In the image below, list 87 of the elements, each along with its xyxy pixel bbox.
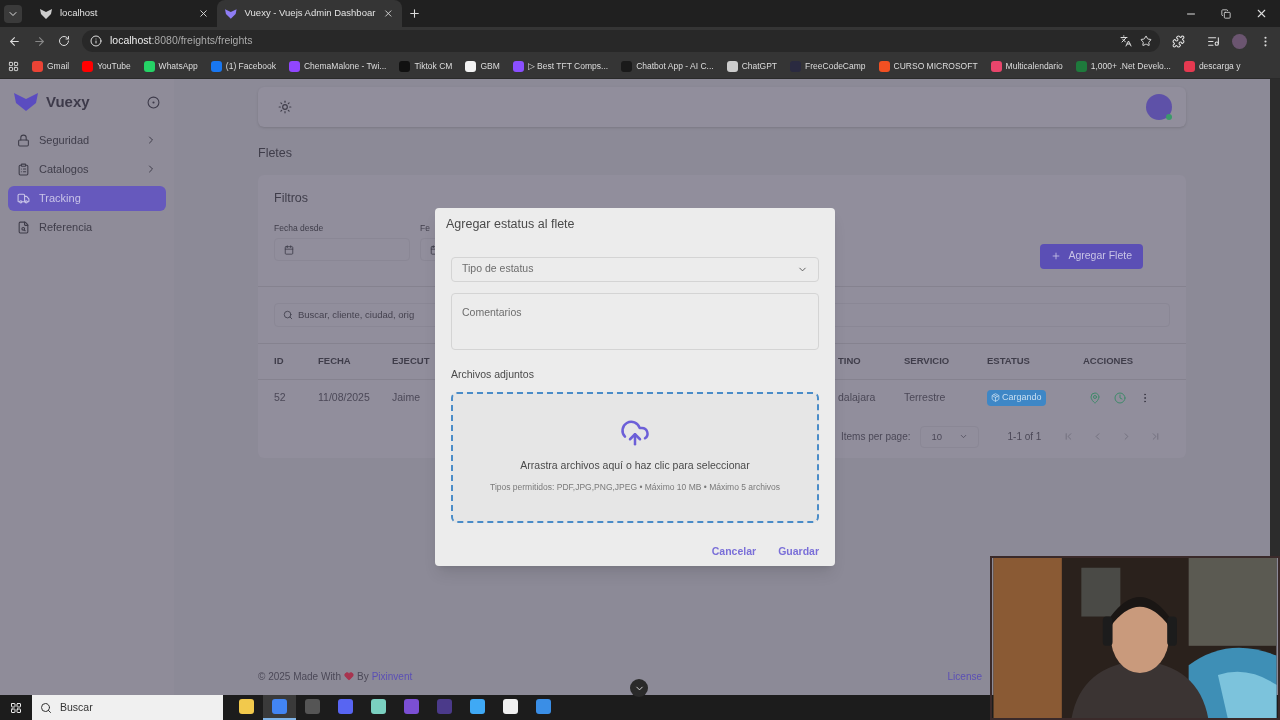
date-field[interactable] (274, 238, 410, 262)
dialog-title: Agregar estatus al flete (446, 216, 576, 233)
extensions-icon[interactable] (1172, 34, 1185, 48)
brand-name: Vuexy (46, 92, 90, 112)
close-icon[interactable] (198, 8, 209, 19)
taskbar-search-field[interactable]: Buscar (32, 695, 223, 720)
apps-icon[interactable] (8, 61, 19, 72)
bookmark[interactable]: GBM (465, 60, 500, 73)
tab-list-button[interactable] (4, 4, 22, 23)
tab-title: Vuexy - Vuejs Admin Dashboar (244, 6, 376, 21)
logo-icon (14, 93, 38, 112)
close-icon[interactable] (383, 8, 394, 19)
bookmark[interactable]: Chatbot App - AI C... (621, 60, 714, 73)
browser-tab[interactable]: Vuexy - Vuejs Admin Dashboar (217, 0, 402, 27)
bookmark[interactable]: ▷ Best TFT Comps... (512, 60, 609, 73)
menu-item-icon (17, 162, 30, 176)
bookmark[interactable]: FreeCodeCamp (790, 60, 866, 73)
address-bar[interactable]: localhost:8080/freights/freights (82, 30, 1160, 52)
bookmark[interactable]: (1) Facebook (210, 60, 276, 73)
cloud-upload-icon (620, 417, 650, 448)
field-label: Fecha desde (274, 221, 324, 235)
page-title: Fletes (258, 145, 294, 162)
scroll-down-button[interactable] (630, 679, 648, 697)
bookmark[interactable]: WhatsApp (143, 60, 198, 73)
restore-icon[interactable] (1221, 8, 1231, 19)
heart-logo-icon (225, 8, 237, 19)
filters-title: Filtros (274, 189, 310, 207)
search-icon (283, 309, 293, 320)
calendar-icon (284, 244, 294, 255)
info-icon (90, 35, 102, 47)
column-header: SERVICIO (904, 354, 951, 369)
tab-title: localhost (60, 6, 99, 21)
browser-tab[interactable]: localhost (32, 0, 217, 27)
star-icon[interactable] (1140, 35, 1152, 47)
column-header: TINO (838, 354, 862, 369)
scrollbar[interactable] (1270, 79, 1280, 556)
bookmark[interactable]: Gmail (32, 60, 70, 73)
bookmark[interactable]: Tiktok CM (399, 60, 453, 73)
sun-icon[interactable] (278, 100, 292, 114)
close-icon[interactable] (1255, 7, 1268, 20)
items-per-page-label: Items per page: (841, 430, 911, 445)
table-cell-text: dalajara (838, 389, 876, 405)
menu-item-icon (17, 220, 30, 234)
media-icon[interactable] (1207, 34, 1220, 48)
column-header: ID (274, 354, 285, 369)
footer-text: By (356, 669, 369, 684)
table-cell-text: 11/08/2025 (318, 389, 370, 405)
dialog-button[interactable]: Guardar (778, 543, 819, 560)
bookmark[interactable]: descarga y (1183, 60, 1241, 73)
comments-field[interactable]: Comentarios (451, 292, 819, 350)
add-freight-button[interactable]: Agregar Flete (1040, 243, 1143, 269)
new-tab-icon[interactable] (408, 7, 421, 20)
forward-icon[interactable] (33, 34, 46, 48)
bookmark[interactable]: Multicalendario (990, 60, 1063, 73)
menu-item-icon (17, 191, 30, 205)
column-header: FECHA (318, 354, 352, 369)
field-label: Fe (420, 221, 430, 235)
page-range: 1-1 of 1 (1007, 430, 1042, 445)
search-icon (40, 701, 52, 714)
pin-icon[interactable] (147, 95, 160, 109)
table-cell-text: Terrestre (904, 389, 946, 405)
bookmark[interactable]: ChatGPT (726, 60, 778, 73)
url-text: localhost:8080/freights/freights (110, 33, 253, 49)
column-header: ACCIONES (1083, 354, 1135, 369)
attachments-label: Archivos adjuntos (451, 366, 535, 382)
status-badge: Cargando (987, 389, 1046, 406)
bookmark[interactable]: YouTube (82, 60, 131, 73)
drop-hint: Tipos permitidos: PDF,JPG,PNG,JPEG • Máximo 10 MB • Máximo 5 archivos (490, 481, 780, 494)
bookmark[interactable]: ChemaMalone - Twi... (288, 60, 387, 73)
table-cell-text: Jaime (392, 389, 420, 405)
heart-icon (343, 671, 354, 681)
footer-text: © 2025 Made With (258, 669, 341, 684)
plus-icon (1051, 251, 1062, 262)
drop-zone[interactable]: Arrastra archivos aquí o haz clic para seleccionar Tipos permitidos: PDF,JPG,PNG,JPEG • Máximo 10 MB • Máximo 5 archivos (451, 391, 819, 523)
column-header: ESTATUS (987, 354, 1031, 369)
column-header: EJECUT (392, 354, 431, 369)
drop-text: Arrastra archivos aquí o haz clic para seleccionar (520, 457, 750, 473)
translate-icon[interactable] (1120, 35, 1132, 47)
back-icon[interactable] (8, 34, 21, 48)
table-cell-text: 52 (274, 389, 286, 405)
menu-item-icon (17, 133, 30, 147)
package-icon (991, 393, 1000, 403)
reload-icon[interactable] (58, 35, 70, 47)
heart-logo-icon (40, 8, 52, 19)
bookmark[interactable]: CURSO MICROSOFT (878, 60, 978, 73)
status-select[interactable]: Tipo de estatus (451, 256, 819, 282)
bookmark[interactable]: 1,000+ .Net Develo... (1075, 60, 1171, 73)
